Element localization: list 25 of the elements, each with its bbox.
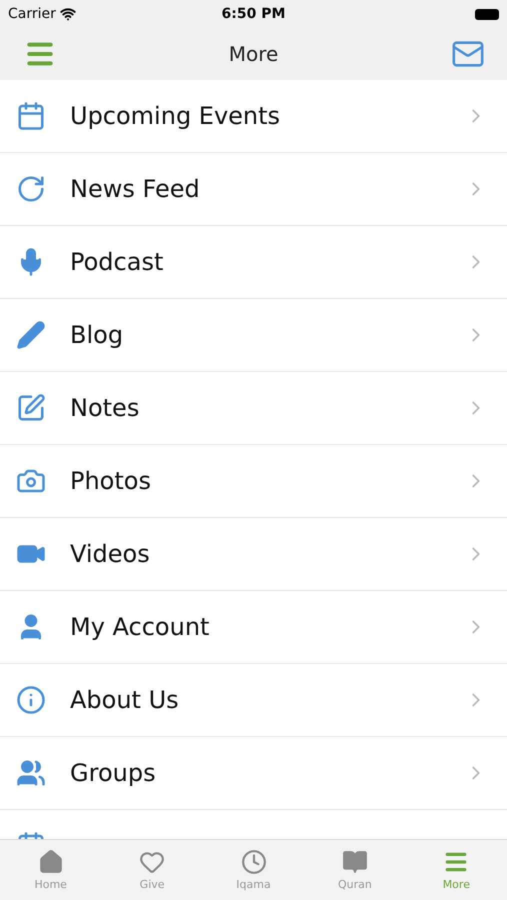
users-icon xyxy=(16,758,46,788)
menu-item[interactable]: My Account xyxy=(0,591,507,664)
book-icon xyxy=(342,849,368,875)
menu-item[interactable]: Notes xyxy=(0,372,507,445)
battery-icon xyxy=(474,8,499,20)
home-icon xyxy=(38,849,64,875)
edit-icon xyxy=(16,393,46,423)
menu-item[interactable]: Upcoming Events xyxy=(0,80,507,153)
menu-item[interactable]: About Us xyxy=(0,664,507,737)
heart-icon xyxy=(139,849,166,875)
info-icon xyxy=(16,685,46,715)
clock-icon xyxy=(240,849,267,875)
refresh-icon xyxy=(16,174,46,204)
page-title: More xyxy=(228,42,278,66)
menu-item[interactable]: Videos xyxy=(0,518,507,591)
menu-item[interactable]: Podcast xyxy=(0,226,507,299)
menu-item[interactable]: Groups xyxy=(0,737,507,810)
menu-item[interactable]: Blog xyxy=(0,299,507,372)
wifi-icon xyxy=(60,6,76,22)
clock-time: 6:50 PM xyxy=(222,6,286,22)
menu-item[interactable]: News Feed xyxy=(0,153,507,226)
pencil-icon xyxy=(16,320,46,350)
carrier-name: Carrier xyxy=(8,6,56,22)
menu-item[interactable]: Photos xyxy=(0,445,507,518)
calendar-icon xyxy=(16,101,46,131)
